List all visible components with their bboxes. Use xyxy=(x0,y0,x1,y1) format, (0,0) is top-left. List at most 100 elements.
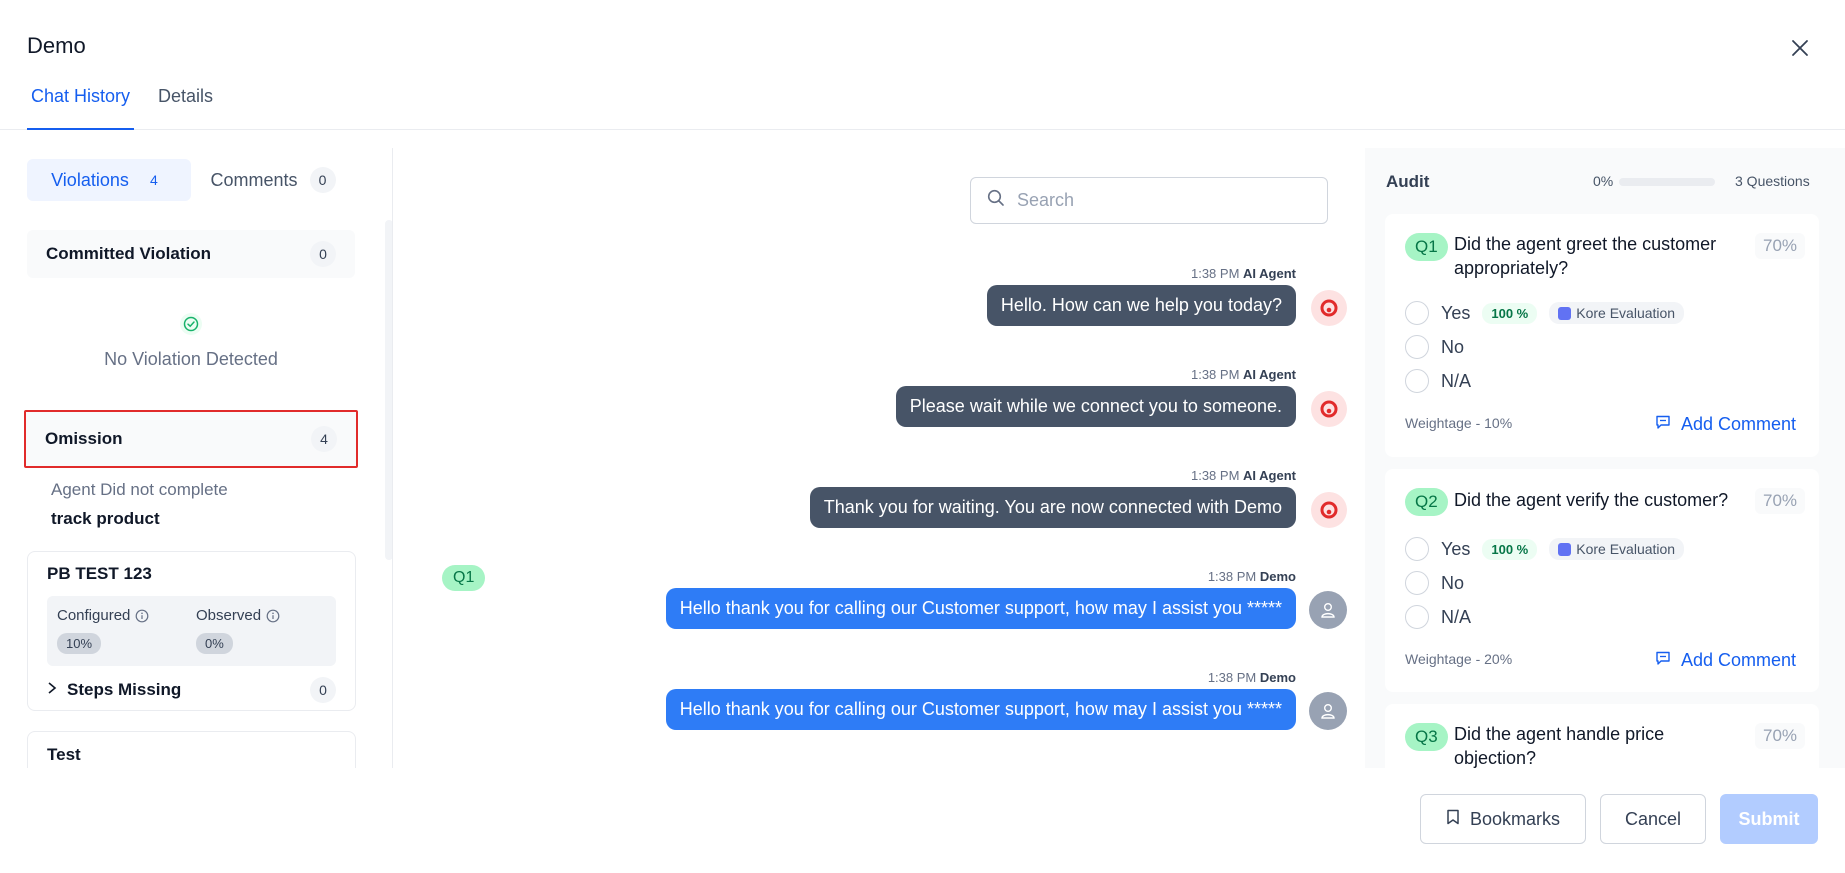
omission-header[interactable]: Omission 4 xyxy=(24,410,358,468)
cancel-button[interactable]: Cancel xyxy=(1600,794,1706,844)
option-yes[interactable]: Yes 100 % Kore Evaluation xyxy=(1405,301,1685,325)
observed-label: Observed xyxy=(196,607,262,624)
comment-icon xyxy=(1655,650,1671,671)
committed-violation-label: Committed Violation xyxy=(46,244,211,263)
steps-missing-toggle[interactable]: Steps Missing 0 xyxy=(47,677,336,703)
add-comment-button[interactable]: Add Comment xyxy=(1655,414,1796,435)
radio-na[interactable] xyxy=(1405,369,1429,393)
segment-control: Violations 4 Comments 0 xyxy=(27,159,355,201)
configured-metric: Configured xyxy=(57,607,149,624)
radio-na[interactable] xyxy=(1405,605,1429,629)
message-time: 1:38 PM xyxy=(1190,367,1240,382)
option-label: N/A xyxy=(1441,370,1472,391)
info-icon[interactable] xyxy=(135,609,149,623)
chat-message: 1:38 PM AI Agent Hello. How can we help … xyxy=(986,266,1296,326)
chat-search[interactable] xyxy=(970,177,1328,224)
radio-yes[interactable] xyxy=(1405,301,1429,325)
message-sender: AI Agent xyxy=(1243,367,1296,382)
radio-yes[interactable] xyxy=(1405,537,1429,561)
tab-details[interactable]: Details xyxy=(154,86,217,130)
user-avatar xyxy=(1309,692,1347,730)
option-label: No xyxy=(1441,572,1465,593)
close-icon[interactable] xyxy=(1788,36,1812,60)
violations-panel: Violations 4 Comments 0 Committed Violat… xyxy=(0,148,393,768)
violations-count: 4 xyxy=(149,172,158,188)
add-comment-button[interactable]: Add Comment xyxy=(1655,650,1796,671)
steps-missing-count: 0 xyxy=(310,677,336,703)
audit-progress-value: 0% xyxy=(1593,173,1614,189)
steps-missing-left: Steps Missing xyxy=(47,680,181,700)
option-no[interactable]: No xyxy=(1405,335,1464,359)
search-icon xyxy=(987,189,1005,212)
chat-message: 1:38 PM AI Agent Thank you for waiting. … xyxy=(809,468,1296,528)
questions-count: 3 Questions xyxy=(1735,173,1810,189)
configured-value: 10% xyxy=(57,633,102,654)
message-time: 1:38 PM xyxy=(1190,266,1240,281)
page-title: Demo xyxy=(27,33,86,58)
evaluation-label: Kore Evaluation xyxy=(1576,305,1676,321)
check-circle-icon xyxy=(180,313,202,335)
radio-no[interactable] xyxy=(1405,335,1429,359)
message-sender: AI Agent xyxy=(1243,266,1296,281)
tab-chat-history[interactable]: Chat History xyxy=(27,86,135,130)
user-avatar xyxy=(1309,591,1347,629)
message-meta: 1:38 PM Demo xyxy=(666,670,1296,685)
omission-item: track product xyxy=(51,509,160,528)
observed-value: 0% xyxy=(196,633,233,654)
question-score: 70% xyxy=(1755,488,1806,514)
audit-panel: Audit 0% 3 Questions Q1 Did the agent gr… xyxy=(1365,148,1845,768)
question-text: Did the agent greet the customer appropr… xyxy=(1454,234,1717,278)
ai-agent-avatar xyxy=(1311,492,1347,528)
option-label: N/A xyxy=(1441,606,1472,627)
weightage-label: Weightage - 10% xyxy=(1405,415,1513,431)
bookmarks-button[interactable]: Bookmarks xyxy=(1420,794,1586,844)
violations-tab-label: Violations xyxy=(51,169,129,190)
bookmarks-label: Bookmarks xyxy=(1469,808,1561,829)
message-meta: 1:38 PM AI Agent xyxy=(987,266,1296,281)
message-bubble: Hello thank you for calling our Customer… xyxy=(665,588,1296,629)
modal-footer: Bookmarks Cancel Submit xyxy=(0,768,1845,873)
question-text: Did the agent verify the customer? xyxy=(1454,490,1729,510)
message-bubble: Hello thank you for calling our Customer… xyxy=(665,689,1296,730)
left-scrollbar[interactable] xyxy=(385,220,392,560)
question-tag[interactable]: Q1 xyxy=(442,565,486,591)
comments-count: 0 xyxy=(309,167,336,193)
evaluation-badge: Kore Evaluation xyxy=(1549,302,1685,324)
question-badge: Q2 xyxy=(1405,488,1448,516)
message-meta: 1:38 PM AI Agent xyxy=(896,367,1296,382)
question-card: Q1 Did the agent greet the customer appr… xyxy=(1385,214,1819,457)
kore-evaluation-icon xyxy=(1558,306,1572,320)
question-badge: Q1 xyxy=(1405,233,1448,261)
submit-button[interactable]: Submit xyxy=(1720,794,1818,844)
evaluation-badge: Kore Evaluation xyxy=(1549,538,1685,560)
message-bubble: Thank you for waiting. You are now conne… xyxy=(809,487,1296,528)
option-yes[interactable]: Yes 100 % Kore Evaluation xyxy=(1405,537,1685,561)
option-na[interactable]: N/A xyxy=(1405,369,1471,393)
chevron-right-icon xyxy=(47,680,57,700)
violations-tab[interactable]: Violations 4 xyxy=(27,159,191,201)
observed-metric: Observed xyxy=(196,607,280,624)
committed-violation-header[interactable]: Committed Violation 0 xyxy=(27,230,355,278)
ai-agent-avatar xyxy=(1311,290,1347,326)
comments-tab[interactable]: Comments 0 xyxy=(191,159,355,201)
message-time: 1:38 PM xyxy=(1207,670,1257,685)
audit-progress-bar xyxy=(1619,178,1715,186)
option-label: Yes xyxy=(1441,538,1471,559)
option-no[interactable]: No xyxy=(1405,571,1464,595)
chat-message: 1:38 PM Demo Hello thank you for calling… xyxy=(665,670,1296,730)
info-icon[interactable] xyxy=(266,609,280,623)
question-badge: Q3 xyxy=(1405,723,1448,751)
radio-no[interactable] xyxy=(1405,571,1429,595)
message-meta: 1:38 PM AI Agent xyxy=(810,468,1296,483)
option-label: Yes xyxy=(1441,302,1471,323)
modal-header: Demo Chat History Details xyxy=(0,0,1845,130)
bookmark-icon xyxy=(1446,809,1460,830)
search-input[interactable] xyxy=(1017,190,1297,211)
omission-description: Agent Did not complete xyxy=(51,480,228,499)
configured-label: Configured xyxy=(57,607,131,624)
playbook-metrics: Configured 10% Observed 0% xyxy=(47,596,336,666)
option-na[interactable]: N/A xyxy=(1405,605,1471,629)
test-card: Test xyxy=(27,731,356,768)
playbook-card: PB TEST 123 Configured 10% Observed 0% S… xyxy=(27,551,356,711)
question-score: 70% xyxy=(1755,233,1806,259)
